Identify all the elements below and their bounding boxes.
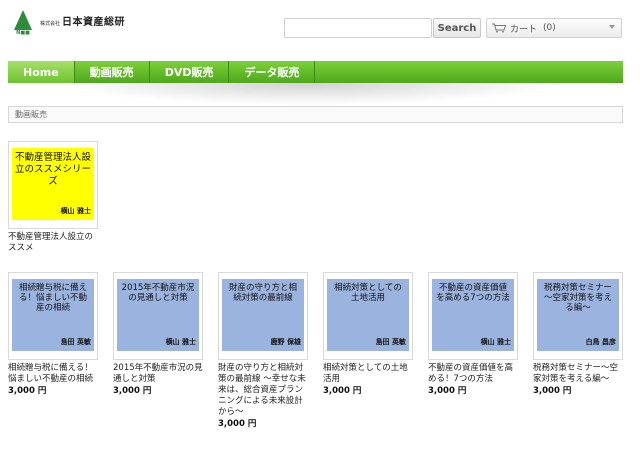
product-price: 3,000 円 (533, 386, 572, 396)
product-price: 3,000 円 (218, 419, 257, 429)
product-card-featured[interactable]: 不動産管理法人設立のススメシリーズ 横山 雅士 不動産管理法人設立のススメ (8, 141, 98, 254)
product-title[interactable]: 2015年不動産市況の見通しと対策 (113, 363, 203, 385)
cover-author: 鹿野 保雄 (270, 338, 301, 346)
cover-title: 不動産管理法人設立のススメシリーズ (15, 152, 92, 187)
cover-author: 横山 雅士 (60, 207, 91, 215)
product-cover: 不動産管理法人設立のススメシリーズ 横山 雅士 (12, 148, 94, 220)
product-card[interactable]: 財産の守り方と相続対策の最前線 鹿野 保雄 財産の守り方と相続対策の最前線 〜幸… (218, 272, 308, 430)
product-price: 3,000 円 (113, 386, 152, 396)
cover-title: 2015年不動産市況の見通しと対策 (121, 283, 195, 303)
product-price: 3,000 円 (8, 386, 47, 396)
cart-dropdown[interactable]: カート (0) (486, 18, 622, 38)
product-title[interactable]: 相続贈与税に備える！悩ましい不動産の相続 (8, 363, 98, 385)
chevron-down-icon (609, 25, 615, 29)
breadcrumb-current: 動画販売 (15, 110, 47, 119)
main-nav: Home 動画販売 DVD販売 データ販売 (8, 61, 623, 83)
product-thumbnail[interactable]: 相続贈与税に備える！悩ましい不動産の相続 島田 英敏 (8, 272, 98, 360)
search-button[interactable]: Search (433, 18, 481, 38)
product-title[interactable]: 財産の守り方と相続対策の最前線 〜幸せな未来は、総合資産プランニングによる未来設… (218, 363, 308, 418)
cover-author: 島田 英敏 (375, 338, 406, 346)
cover-title: 相続対策としての土地活用 (334, 283, 402, 303)
page: N■■ 株式会社 日本資産総研 Search カート (0) Home 動画販売… (0, 0, 640, 450)
cover-author: 横山 雅士 (480, 338, 511, 346)
product-card[interactable]: 税務対策セミナー 〜空家対策を考える編〜 白鳥 昌彦 税務対策セミナー〜空家対策… (533, 272, 623, 397)
nav-label: 動画販売 (89, 66, 134, 79)
product-card[interactable]: 不動産の資産価値を高める7つの方法 横山 雅士 不動産の資産価値を高める！7つの… (428, 272, 518, 397)
product-cover: 相続対策としての土地活用 島田 英敏 (327, 279, 409, 351)
product-title[interactable]: 不動産の資産価値を高める！7つの方法 (428, 363, 518, 385)
cart-count: (0) (543, 23, 556, 33)
logo-company-name: 日本資産総研 (62, 17, 126, 28)
nav-label: DVD販売 (164, 66, 214, 79)
logo-company-type: 株式会社 (40, 21, 61, 27)
nav-item-data[interactable]: データ販売 (229, 61, 316, 83)
cover-title: 相続贈与税に備える！悩ましい不動産の相続 (18, 283, 87, 313)
product-cover: 相続贈与税に備える！悩ましい不動産の相続 島田 英敏 (12, 279, 94, 351)
nav-item-dvd[interactable]: DVD販売 (150, 61, 230, 83)
product-cover: 2015年不動産市況の見通しと対策 横山 雅士 (117, 279, 199, 351)
nav-item-home[interactable]: Home (8, 61, 75, 83)
breadcrumb: 動画販売 (8, 106, 623, 123)
product-cover: 不動産の資産価値を高める7つの方法 横山 雅士 (432, 279, 514, 351)
product-cover: 財産の守り方と相続対策の最前線 鹿野 保雄 (222, 279, 304, 351)
cover-author: 白鳥 昌彦 (585, 338, 616, 346)
product-cover: 税務対策セミナー 〜空家対策を考える編〜 白鳥 昌彦 (537, 279, 619, 351)
product-title[interactable]: 相続対策としての土地活用 (323, 363, 413, 385)
cover-title: 不動産の資産価値を高める7つの方法 (436, 283, 510, 303)
product-thumbnail[interactable]: 不動産の資産価値を高める7つの方法 横山 雅士 (428, 272, 518, 360)
product-thumbnail[interactable]: 2015年不動産市況の見通しと対策 横山 雅士 (113, 272, 203, 360)
logo-mark-text: N■■ (16, 30, 30, 36)
nav-label: データ販売 (244, 66, 300, 79)
cover-title: 税務対策セミナー 〜空家対策を考える編〜 (543, 283, 612, 313)
cover-author: 横山 雅士 (165, 338, 196, 346)
site-logo[interactable]: N■■ 株式会社 日本資産総研 (12, 10, 125, 38)
cart-icon (492, 23, 506, 33)
search-input[interactable] (284, 18, 432, 38)
product-price: 3,000 円 (323, 386, 362, 396)
product-thumbnail[interactable]: 相続対策としての土地活用 島田 英敏 (323, 272, 413, 360)
product-thumbnail[interactable]: 不動産管理法人設立のススメシリーズ 横山 雅士 (8, 141, 98, 229)
nav-shadow (60, 83, 560, 105)
cart-label: カート (510, 24, 538, 35)
product-price: 3,000 円 (428, 386, 467, 396)
product-title[interactable]: 不動産管理法人設立のススメ (8, 232, 98, 254)
product-thumbnail[interactable]: 財産の守り方と相続対策の最前線 鹿野 保雄 (218, 272, 308, 360)
nav-item-video[interactable]: 動画販売 (75, 61, 150, 83)
tree-logo-icon: N■■ (12, 10, 34, 38)
cover-author: 島田 英敏 (60, 338, 91, 346)
cover-title: 財産の守り方と相続対策の最前線 (228, 283, 297, 303)
product-card[interactable]: 相続対策としての土地活用 島田 英敏 相続対策としての土地活用 3,000 円 (323, 272, 413, 397)
product-title[interactable]: 税務対策セミナー〜空家対策を考える編〜 (533, 363, 623, 385)
product-thumbnail[interactable]: 税務対策セミナー 〜空家対策を考える編〜 白鳥 昌彦 (533, 272, 623, 360)
product-card[interactable]: 相続贈与税に備える！悩ましい不動産の相続 島田 英敏 相続贈与税に備える！悩まし… (8, 272, 98, 397)
nav-label: Home (23, 65, 59, 79)
product-card[interactable]: 2015年不動産市況の見通しと対策 横山 雅士 2015年不動産市況の見通しと対… (113, 272, 203, 397)
